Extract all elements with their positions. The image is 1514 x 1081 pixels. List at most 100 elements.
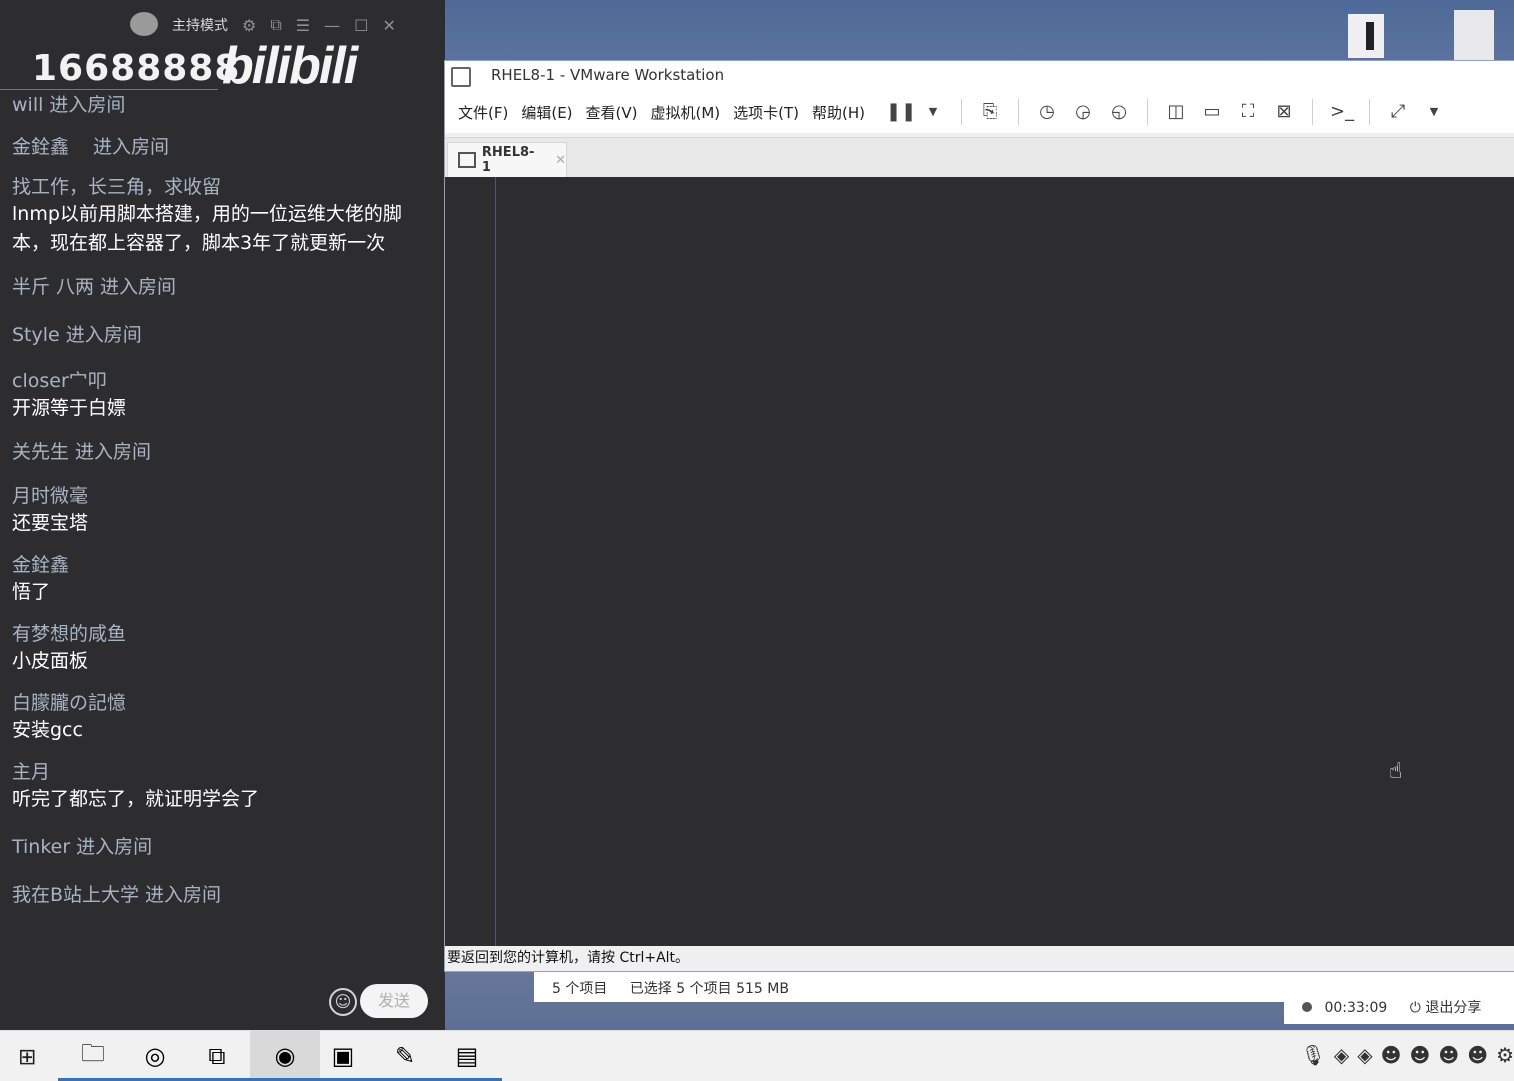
xshell-icon[interactable]: ▣	[308, 1031, 378, 1081]
chat-text: 开源等于白嫖	[12, 397, 127, 419]
emoji-icon[interactable]: ☺	[329, 988, 357, 1016]
unity-icon[interactable]: ⊠	[1273, 101, 1295, 123]
maximize-icon[interactable]: ☐	[354, 16, 368, 35]
chat-text: 安装gcc	[12, 719, 83, 741]
fullscreen-icon[interactable]: ⛶	[1237, 101, 1259, 123]
menu-file[interactable]: 文件(F)	[458, 102, 508, 123]
chat-enter-notice: 金銓鑫 进入房间	[12, 132, 417, 160]
microphone-icon[interactable]: 🎙	[1300, 1043, 1325, 1067]
chat-username: 金銓鑫	[12, 136, 70, 158]
chat-username: will	[12, 94, 44, 116]
close-icon[interactable]: ✕	[382, 16, 395, 35]
chat-message: 白朦朧の記憶 安装gcc	[12, 690, 417, 745]
menu-help[interactable]: 帮助(H)	[812, 102, 865, 123]
qq-icon[interactable]: ☻	[1438, 1043, 1459, 1067]
monitor-icon[interactable]: ▤	[432, 1031, 502, 1081]
qq-icon[interactable]: ☻	[1467, 1043, 1488, 1067]
file-explorer-icon[interactable]: 🗀	[58, 1031, 128, 1081]
chat-message: 金銓鑫 悟了	[12, 552, 417, 607]
snapshot-icon[interactable]: ◷	[1036, 101, 1058, 123]
chat-message: closer宀叩 开源等于白嫖	[12, 368, 417, 423]
close-icon[interactable]: ✕	[555, 153, 566, 168]
power-icon: ⏻	[1409, 1000, 1421, 1016]
toolbar-separator	[1147, 99, 1149, 125]
vmware-window: RHEL8-1 - VMware Workstation 文件(F) 编辑(E)…	[444, 60, 1514, 972]
menu-vm[interactable]: 虚拟机(M)	[651, 102, 721, 123]
menu-tabs[interactable]: 选项卡(T)	[733, 102, 799, 123]
chat-text: 悟了	[12, 581, 51, 603]
menu-icon[interactable]: ☰	[296, 16, 310, 35]
tab-rhel8-1[interactable]: RHEL8-1 ✕	[447, 142, 567, 177]
desktop-item	[1348, 14, 1384, 58]
qq-icon[interactable]: ☻	[1381, 1043, 1402, 1067]
popout-icon[interactable]: ⧉	[270, 15, 281, 35]
vmware-app-icon	[451, 67, 471, 87]
stretch-icon[interactable]: ⤢	[1387, 101, 1409, 123]
chat-username: Style	[12, 324, 60, 346]
chat-enter-notice: 关先生 进入房间	[12, 437, 417, 465]
console-icon[interactable]: >_	[1330, 101, 1354, 123]
live-chat-panel: 主持模式 ⚙ ⧉ ☰ — ☐ ✕ 16688888 bilibili will 进…	[0, 0, 445, 1030]
chat-enter-notice: Tinker 进入房间	[12, 832, 417, 860]
send-ctrl-alt-del-icon[interactable]: ⎘	[979, 101, 1001, 123]
chat-action: 进入房间	[65, 324, 142, 346]
exit-share-button[interactable]: 退出分享	[1425, 1000, 1481, 1016]
send-button[interactable]: 发送	[360, 984, 428, 1018]
chevron-down-icon[interactable]: ▼	[1423, 101, 1445, 123]
chat-username: 我在B站上大学	[12, 884, 140, 906]
hand-cursor-icon: ☝	[1389, 759, 1403, 784]
snapshot-manager-icon[interactable]: ◵	[1108, 101, 1130, 123]
status-bar: 要返回到您的计算机，请按 Ctrl+Alt。	[445, 946, 1514, 971]
chat-enter-notice: 我在B站上大学 进入房间	[12, 880, 417, 908]
bilibili-logo: bilibili	[222, 37, 358, 95]
chat-username: 主月	[12, 761, 51, 783]
thumbnail-bar-icon[interactable]: ▭	[1201, 101, 1223, 123]
library-view-icon[interactable]: ◫	[1165, 101, 1187, 123]
vmware-icon[interactable]: ⧉	[182, 1031, 252, 1081]
chat-username: 关先生	[12, 441, 70, 463]
screen-share-control: 00:33:09 ⏻ 退出分享	[1284, 992, 1514, 1024]
chat-username: 白朦朧の記憶	[12, 692, 127, 714]
chevron-down-icon[interactable]: ▼	[922, 101, 944, 123]
chat-username: 半斤 八两	[12, 276, 95, 298]
room-id: 16688888	[32, 48, 241, 89]
minimize-icon[interactable]: —	[324, 16, 340, 35]
system-tray: 🎙 ◈ ◈ ☻ ☻ ☻ ☻ ⚙	[1300, 1043, 1514, 1067]
vm-screen[interactable]: ☝	[445, 177, 1514, 946]
chat-action: 进入房间	[76, 836, 153, 858]
chat-action: 进入房间	[93, 136, 170, 158]
revert-snapshot-icon[interactable]: ◶	[1072, 101, 1094, 123]
windows-start-icon[interactable]: ⊞	[18, 1045, 36, 1070]
app-tray-icon[interactable]: ◈	[1334, 1043, 1349, 1067]
chat-action: 进入房间	[145, 884, 222, 906]
divider	[495, 177, 496, 946]
share-timer: 00:33:09	[1324, 1000, 1388, 1016]
host-mode-label: 主持模式	[172, 18, 228, 34]
menu-bar: 文件(F) 编辑(E) 查看(V) 虚拟机(M) 选项卡(T) 帮助(H) ❚❚…	[445, 91, 1514, 133]
chat-input-bar: ☺ 发送	[0, 980, 445, 1030]
tab-bar: RHEL8-1 ✕	[445, 137, 1514, 178]
chat-username: 月时微毫	[12, 485, 89, 507]
settings-icon[interactable]: ⚙	[242, 16, 256, 35]
notepad-icon[interactable]: ✎	[370, 1031, 440, 1081]
chat-username: 有梦想的咸鱼	[12, 623, 127, 645]
menu-edit[interactable]: 编辑(E)	[521, 102, 572, 123]
desktop-item	[1454, 10, 1494, 60]
chat-message: 有梦想的咸鱼 小皮面板	[12, 621, 417, 676]
chat-enter-notice: Style 进入房间	[12, 320, 417, 348]
menu-view[interactable]: 查看(V)	[586, 102, 638, 123]
chat-message-list: will 进入房间 金銓鑫 进入房间 找工作，长三角，求收留 lnmp以前用脚本搭建…	[12, 90, 417, 922]
pause-icon[interactable]: ❚❚	[886, 101, 916, 123]
toolbar: ❚❚ ▼ ⎘ ◷ ◶ ◵ ◫ ▭ ⛶ ⊠ >_ ⤢ ▼	[879, 99, 1452, 125]
settings-icon[interactable]: ⚙	[1496, 1043, 1514, 1067]
toolbar-separator	[961, 99, 963, 125]
app-tray-icon[interactable]: ◈	[1357, 1043, 1372, 1067]
chat-username: 金銓鑫	[12, 554, 70, 576]
selected-info: 已选择 5 个项目 515 MB	[629, 981, 789, 997]
chat-action: 进入房间	[100, 276, 177, 298]
taskbar: ⊞ 🗀 ◎ ⧉ ◉ ▣ ✎ ▤ 🎙 ◈ ◈ ☻ ☻ ☻ ☻ ⚙	[0, 1030, 1514, 1081]
items-count: 5 个项目	[552, 981, 608, 997]
chrome-icon[interactable]: ◎	[120, 1031, 190, 1081]
qq-icon[interactable]: ☻	[1409, 1043, 1430, 1067]
chat-text: 还要宝塔	[12, 512, 89, 534]
